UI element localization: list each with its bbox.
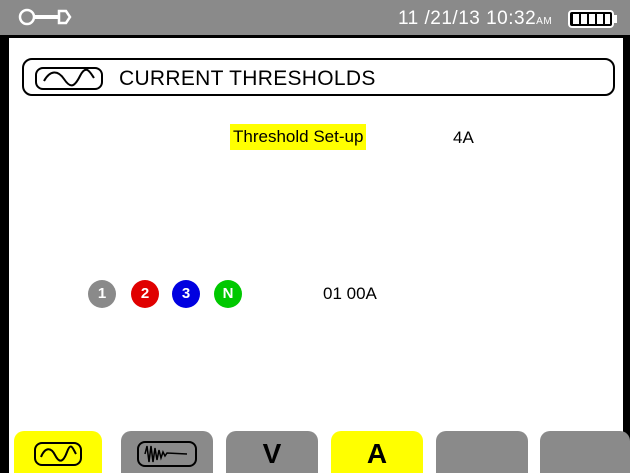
fkey-voltage[interactable]: V <box>226 431 318 473</box>
battery-icon <box>568 10 617 28</box>
current-threshold-value[interactable]: 01 00A <box>323 281 377 307</box>
date-time: 11 /21/13 10:32AM <box>398 7 552 31</box>
inrush-icon <box>137 441 197 467</box>
waveform-icon <box>34 442 82 466</box>
function-key-bar: V A <box>0 431 630 473</box>
datetime-text: 11 /21/13 10:32 <box>398 8 537 29</box>
phase-1-indicator: 1 <box>88 280 116 308</box>
page-title-box: CURRENT THRESHOLDS <box>22 58 615 96</box>
fkey-blank-5[interactable] <box>436 431 528 473</box>
fkey-current[interactable]: A <box>331 431 423 473</box>
fkey-waveform[interactable] <box>14 431 102 473</box>
page-title: CURRENT THRESHOLDS <box>119 67 376 90</box>
waveform-icon <box>35 67 103 90</box>
fkey-inrush[interactable] <box>121 431 213 473</box>
status-bar: 11 /21/13 10:32AM <box>0 0 630 38</box>
fkey-current-label: A <box>366 438 388 469</box>
fkey-blank-6[interactable] <box>540 431 630 473</box>
phase-n-indicator: N <box>214 280 242 308</box>
fkey-voltage-label: V <box>262 438 282 469</box>
threshold-setup-label[interactable]: Threshold Set-up <box>230 124 367 150</box>
threshold-value: 4A <box>453 128 474 147</box>
ampm-text: AM <box>536 16 553 27</box>
wrench-icon[interactable] <box>18 6 78 28</box>
phase-3-indicator: 3 <box>172 280 200 308</box>
phase-2-indicator: 2 <box>131 280 159 308</box>
